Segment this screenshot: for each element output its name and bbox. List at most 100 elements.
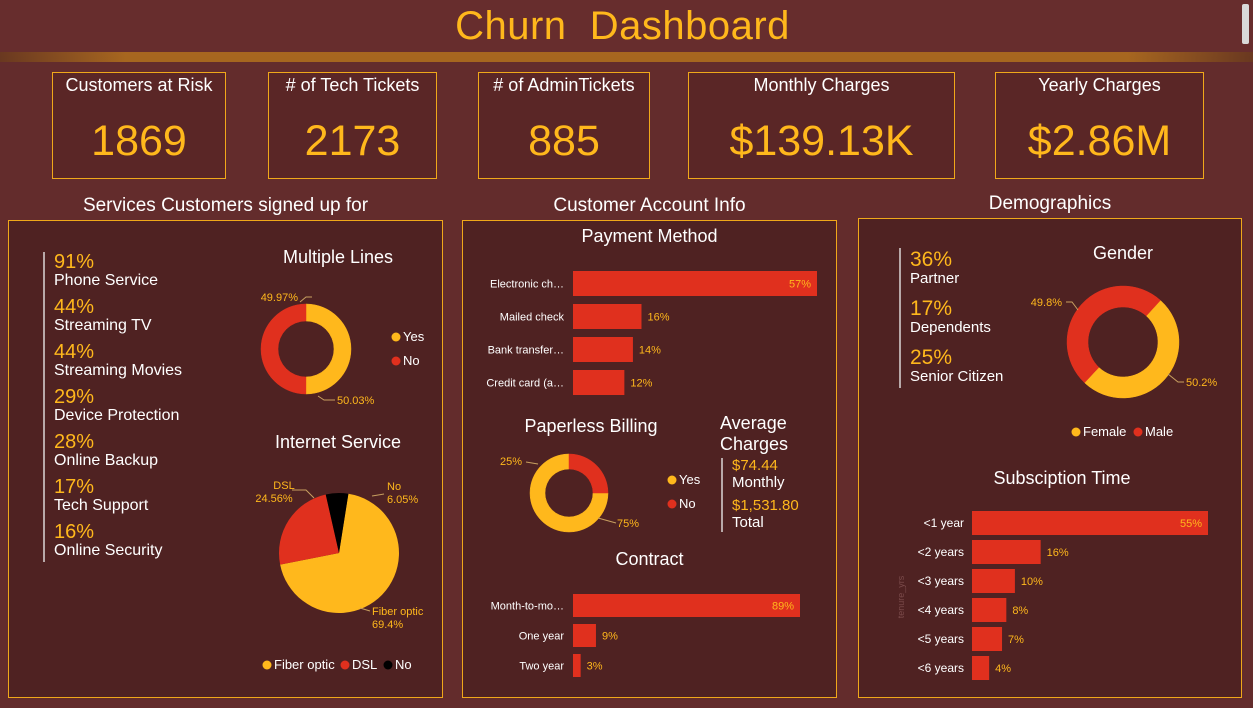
data-label: 7%	[1008, 634, 1024, 646]
service-pct: 28%	[54, 431, 95, 453]
bar	[972, 627, 1003, 651]
bar	[972, 540, 1041, 564]
demographic-pct: 25%	[910, 346, 953, 369]
data-label: 75%	[617, 518, 639, 530]
legend-marker	[1071, 427, 1081, 437]
internet-service-title: Internet Service	[274, 432, 402, 452]
bar	[573, 304, 642, 329]
kpi-label: Yearly Charges	[1038, 75, 1161, 95]
bar	[972, 656, 990, 680]
legend-label: Yes	[679, 472, 701, 487]
service-pct: 44%	[54, 341, 95, 363]
data-label: 49.97%	[261, 292, 299, 304]
data-label: No	[387, 481, 401, 493]
section-title-account: Customer Account Info	[553, 195, 746, 216]
kpi-card-customers-at-risk: Customers at Risk 1869	[52, 72, 226, 179]
legend-label: No	[403, 353, 420, 368]
list-item: 91% Phone Service	[54, 252, 182, 297]
title-underline	[0, 52, 1253, 62]
data-label: 16%	[647, 312, 669, 324]
leader-line	[1167, 373, 1184, 383]
data-label: 8%	[1012, 605, 1028, 617]
scrollbar-thumb[interactable]	[1242, 4, 1249, 44]
kpi-value: 2173	[304, 117, 401, 165]
leader-line	[317, 395, 335, 401]
kpi-label: # of AdminTickets	[493, 75, 635, 95]
kpi-card-tech-tickets: # of Tech Tickets 2173	[268, 72, 437, 179]
legend-label: No	[679, 496, 696, 511]
data-label: 12%	[630, 378, 652, 390]
data-label: DSL	[273, 480, 294, 492]
data-label: 25%	[500, 456, 522, 468]
kpi-card-yearly-charges: Yearly Charges $2.86M	[995, 72, 1204, 179]
legend-marker	[667, 475, 677, 485]
leader-line	[299, 296, 312, 303]
data-label: 69.4%	[372, 619, 403, 631]
kpi-value: 1869	[91, 117, 187, 165]
data-label: 10%	[1021, 576, 1043, 588]
bar	[573, 624, 596, 647]
average-charges-values: $74.44 Monthly $1,531.80 Total	[732, 457, 799, 532]
legend-marker	[391, 332, 401, 342]
leader-line	[525, 461, 539, 465]
list-item: 28% Online Backup	[54, 432, 182, 477]
internet-service-chart: Fiber optic69.4%DSL24.56%No6.05%Fiber op…	[255, 480, 424, 672]
leader-line	[597, 517, 617, 524]
category-label: <5 years	[918, 632, 964, 646]
service-label: Tech Support	[54, 497, 149, 514]
kpi-label: # of Tech Tickets	[285, 75, 420, 95]
list-item: 44% Streaming Movies	[54, 342, 182, 387]
list-item: 29% Device Protection	[54, 387, 182, 432]
avg-monthly-value: $74.44	[732, 457, 778, 474]
leader-line	[1066, 301, 1079, 311]
legend-label: DSL	[352, 657, 377, 672]
list-item: 44% Streaming TV	[54, 297, 182, 342]
kpi-card-admin-tickets: # of AdminTickets 885	[478, 72, 650, 179]
data-label: 55%	[1180, 518, 1202, 530]
service-label: Streaming Movies	[54, 362, 183, 379]
bar	[972, 511, 1208, 535]
service-label: Online Security	[54, 542, 163, 559]
data-label: 16%	[1047, 547, 1069, 559]
avg-monthly-label: Monthly	[732, 474, 785, 491]
service-label: Device Protection	[54, 407, 180, 424]
avg-total-value: $1,531.80	[732, 497, 799, 514]
list-item: 36% Partner	[910, 248, 1003, 299]
legend-marker	[667, 499, 677, 509]
services-list: 91% Phone Service 44% Streaming TV 44% Stre…	[54, 252, 182, 567]
services-divider	[43, 252, 45, 562]
demographic-pct: 36%	[910, 248, 953, 271]
kpi-label: Customers at Risk	[65, 75, 213, 95]
service-pct: 29%	[54, 386, 95, 408]
average-charges-title: Average Charges	[720, 413, 789, 454]
legend-label: Female	[1083, 424, 1126, 439]
payment-method-title: Payment Method	[581, 226, 718, 246]
bar	[573, 654, 581, 677]
section-title-services: Services Customers signed up for	[82, 195, 369, 216]
legend-marker	[262, 660, 272, 670]
demographic-label: Senior Citizen	[910, 368, 1004, 385]
service-label: Streaming TV	[54, 317, 152, 334]
legend-label: Yes	[403, 329, 425, 344]
kpi-value: $139.13K	[729, 117, 914, 165]
contract-title: Contract	[615, 549, 684, 569]
payment-method-chart: Electronic ch… 57% Mailed check 16% Bank tra…	[486, 271, 817, 395]
bar	[573, 271, 817, 296]
kpi-value: $2.86M	[1027, 117, 1172, 165]
category-label: <6 years	[918, 661, 964, 675]
category-label: Credit card (a…	[486, 378, 564, 390]
legend-marker	[383, 660, 393, 670]
demographics-divider	[899, 248, 901, 388]
data-label: 50.2%	[1186, 377, 1217, 389]
legend-marker	[1133, 427, 1143, 437]
slice-yes	[305, 303, 352, 395]
category-label: Two year	[519, 661, 564, 673]
subscription-time-chart: <1 year 55% <2 years 16% <3 years 10% <4 years…	[896, 511, 1208, 680]
bar	[573, 337, 633, 362]
service-label: Phone Service	[54, 272, 159, 289]
data-label: Fiber optic	[372, 606, 424, 618]
demographic-label: Partner	[910, 270, 960, 287]
data-label: 9%	[602, 631, 618, 643]
service-pct: 17%	[54, 476, 95, 498]
gender-title: Gender	[1092, 243, 1154, 263]
